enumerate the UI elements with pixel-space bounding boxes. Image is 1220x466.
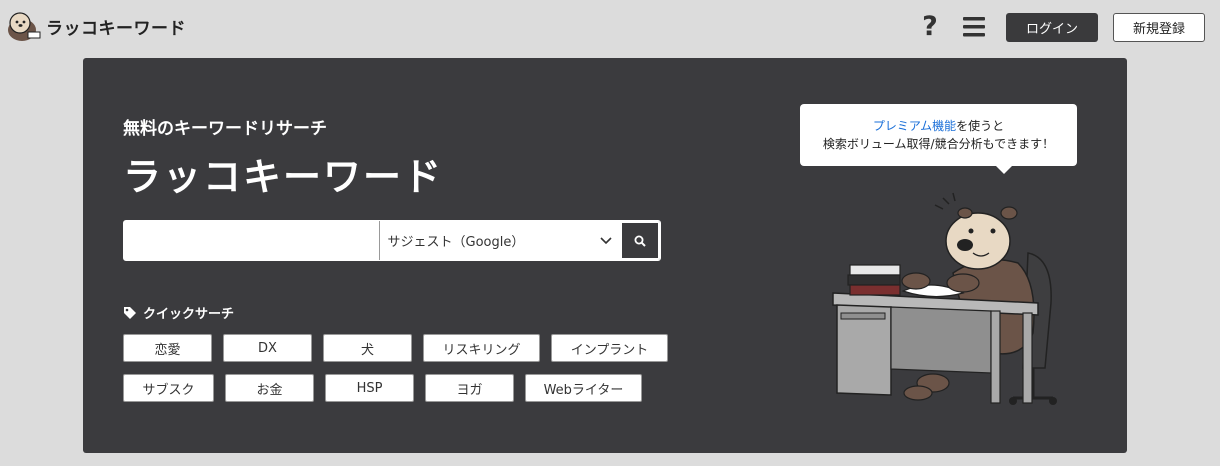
quick-tag[interactable]: HSP xyxy=(325,374,414,402)
otter-illustration xyxy=(832,192,1057,405)
quick-tag[interactable]: ヨガ xyxy=(425,374,514,402)
quick-search-label: クイックサーチ xyxy=(143,307,235,322)
hero-panel: 無料のキーワードリサーチ ラッコキーワード サジェスト（Google） クイック… xyxy=(83,58,1127,453)
quick-tag[interactable]: 恋愛 xyxy=(123,334,212,362)
search-button[interactable] xyxy=(620,221,660,260)
login-button[interactable]: ログイン xyxy=(1006,13,1098,42)
tag-icon xyxy=(124,306,136,319)
bubble-line-1: プレミアム機能を使うと xyxy=(800,117,1077,135)
chevron-down-icon xyxy=(600,236,612,244)
brand-logo[interactable]: ラッコキーワード xyxy=(6,10,186,42)
keyword-search-input[interactable] xyxy=(124,221,379,260)
search-mode-select[interactable]: サジェスト（Google） xyxy=(378,221,621,260)
search-icon xyxy=(634,235,646,247)
quick-tag[interactable]: Webライター xyxy=(525,374,642,402)
keyword-search-form: サジェスト（Google） xyxy=(123,220,661,261)
bubble-line-1-rest: を使うと xyxy=(956,119,1005,133)
hero-subtitle: 無料のキーワードリサーチ xyxy=(123,119,327,139)
hero-title: ラッコキーワード xyxy=(123,155,444,199)
quick-tag[interactable]: DX xyxy=(223,334,312,362)
brand-name: ラッコキーワード xyxy=(46,18,186,39)
quick-tag[interactable]: リスキリング xyxy=(423,334,540,362)
search-mode-value: サジェスト（Google） xyxy=(387,235,525,250)
bubble-tail xyxy=(995,165,1013,174)
premium-features-link[interactable]: プレミアム機能 xyxy=(873,119,956,133)
top-navigation: ラッコキーワード ? ログイン 新規登録 xyxy=(0,0,1220,56)
quick-tag[interactable]: インプラント xyxy=(551,334,668,362)
help-icon[interactable]: ? xyxy=(918,12,942,42)
quick-tag[interactable]: サブスク xyxy=(123,374,214,402)
hamburger-menu-icon[interactable] xyxy=(962,16,986,38)
quick-search-heading: クイックサーチ xyxy=(123,303,234,322)
signup-button[interactable]: 新規登録 xyxy=(1113,13,1205,42)
bubble-line-2: 検索ボリューム取得/競合分析もできます！ xyxy=(822,137,1055,151)
otter-logo-icon xyxy=(8,12,41,41)
quick-tag[interactable]: 犬 xyxy=(323,334,412,362)
quick-tag[interactable]: お金 xyxy=(225,374,314,402)
premium-speech-bubble: プレミアム機能を使うと 検索ボリューム取得/競合分析もできます！ xyxy=(800,104,1077,166)
